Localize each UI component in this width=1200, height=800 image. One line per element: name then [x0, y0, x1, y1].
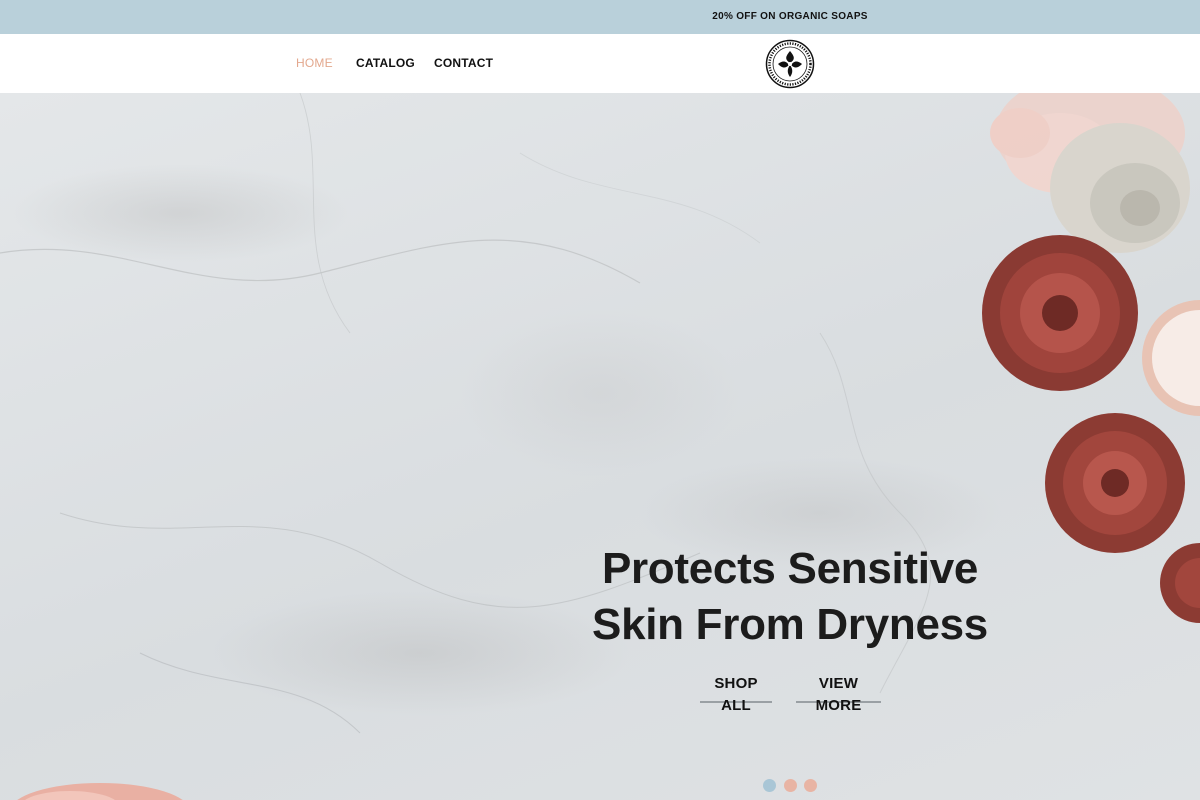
slide-dot-1[interactable] [763, 779, 776, 792]
company-seal-logo[interactable] [765, 39, 815, 89]
rose-petal-decoration [17, 783, 183, 800]
hero-headline-line2: Skin From Dryness [592, 600, 988, 649]
slide-dot-2[interactable] [784, 779, 797, 792]
nav-catalog-link[interactable]: CATALOG [356, 34, 415, 93]
red-chrysanthemum-1 [982, 235, 1138, 391]
peony-flower [990, 93, 1190, 253]
hero-headline-line1: Protects Sensitive [601, 544, 979, 593]
slide-dot-3[interactable] [804, 779, 817, 792]
cream-jar [1142, 300, 1200, 416]
view-more-button[interactable]: VIEW MORE [796, 673, 881, 714]
nav-home-link[interactable]: HOME [296, 34, 333, 93]
hero-headline: Protects Sensitive Skin From Dryness [560, 541, 1020, 653]
announcement-text: 20% OFF ON ORGANIC SOAPS [712, 11, 868, 22]
announcement-bar: 20% OFF ON ORGANIC SOAPS [0, 0, 1200, 34]
nav-contact-link[interactable]: CONTACT [434, 34, 493, 93]
shop-all-button[interactable]: SHOP ALL [700, 673, 772, 714]
hero-banner: Protects Sensitive Skin From Dryness SHO… [0, 93, 1200, 800]
red-chrysanthemum-2 [1045, 413, 1185, 553]
main-nav: HOME CATALOG CONTACT [0, 34, 1200, 93]
red-chrysanthemum-3 [1160, 543, 1200, 623]
